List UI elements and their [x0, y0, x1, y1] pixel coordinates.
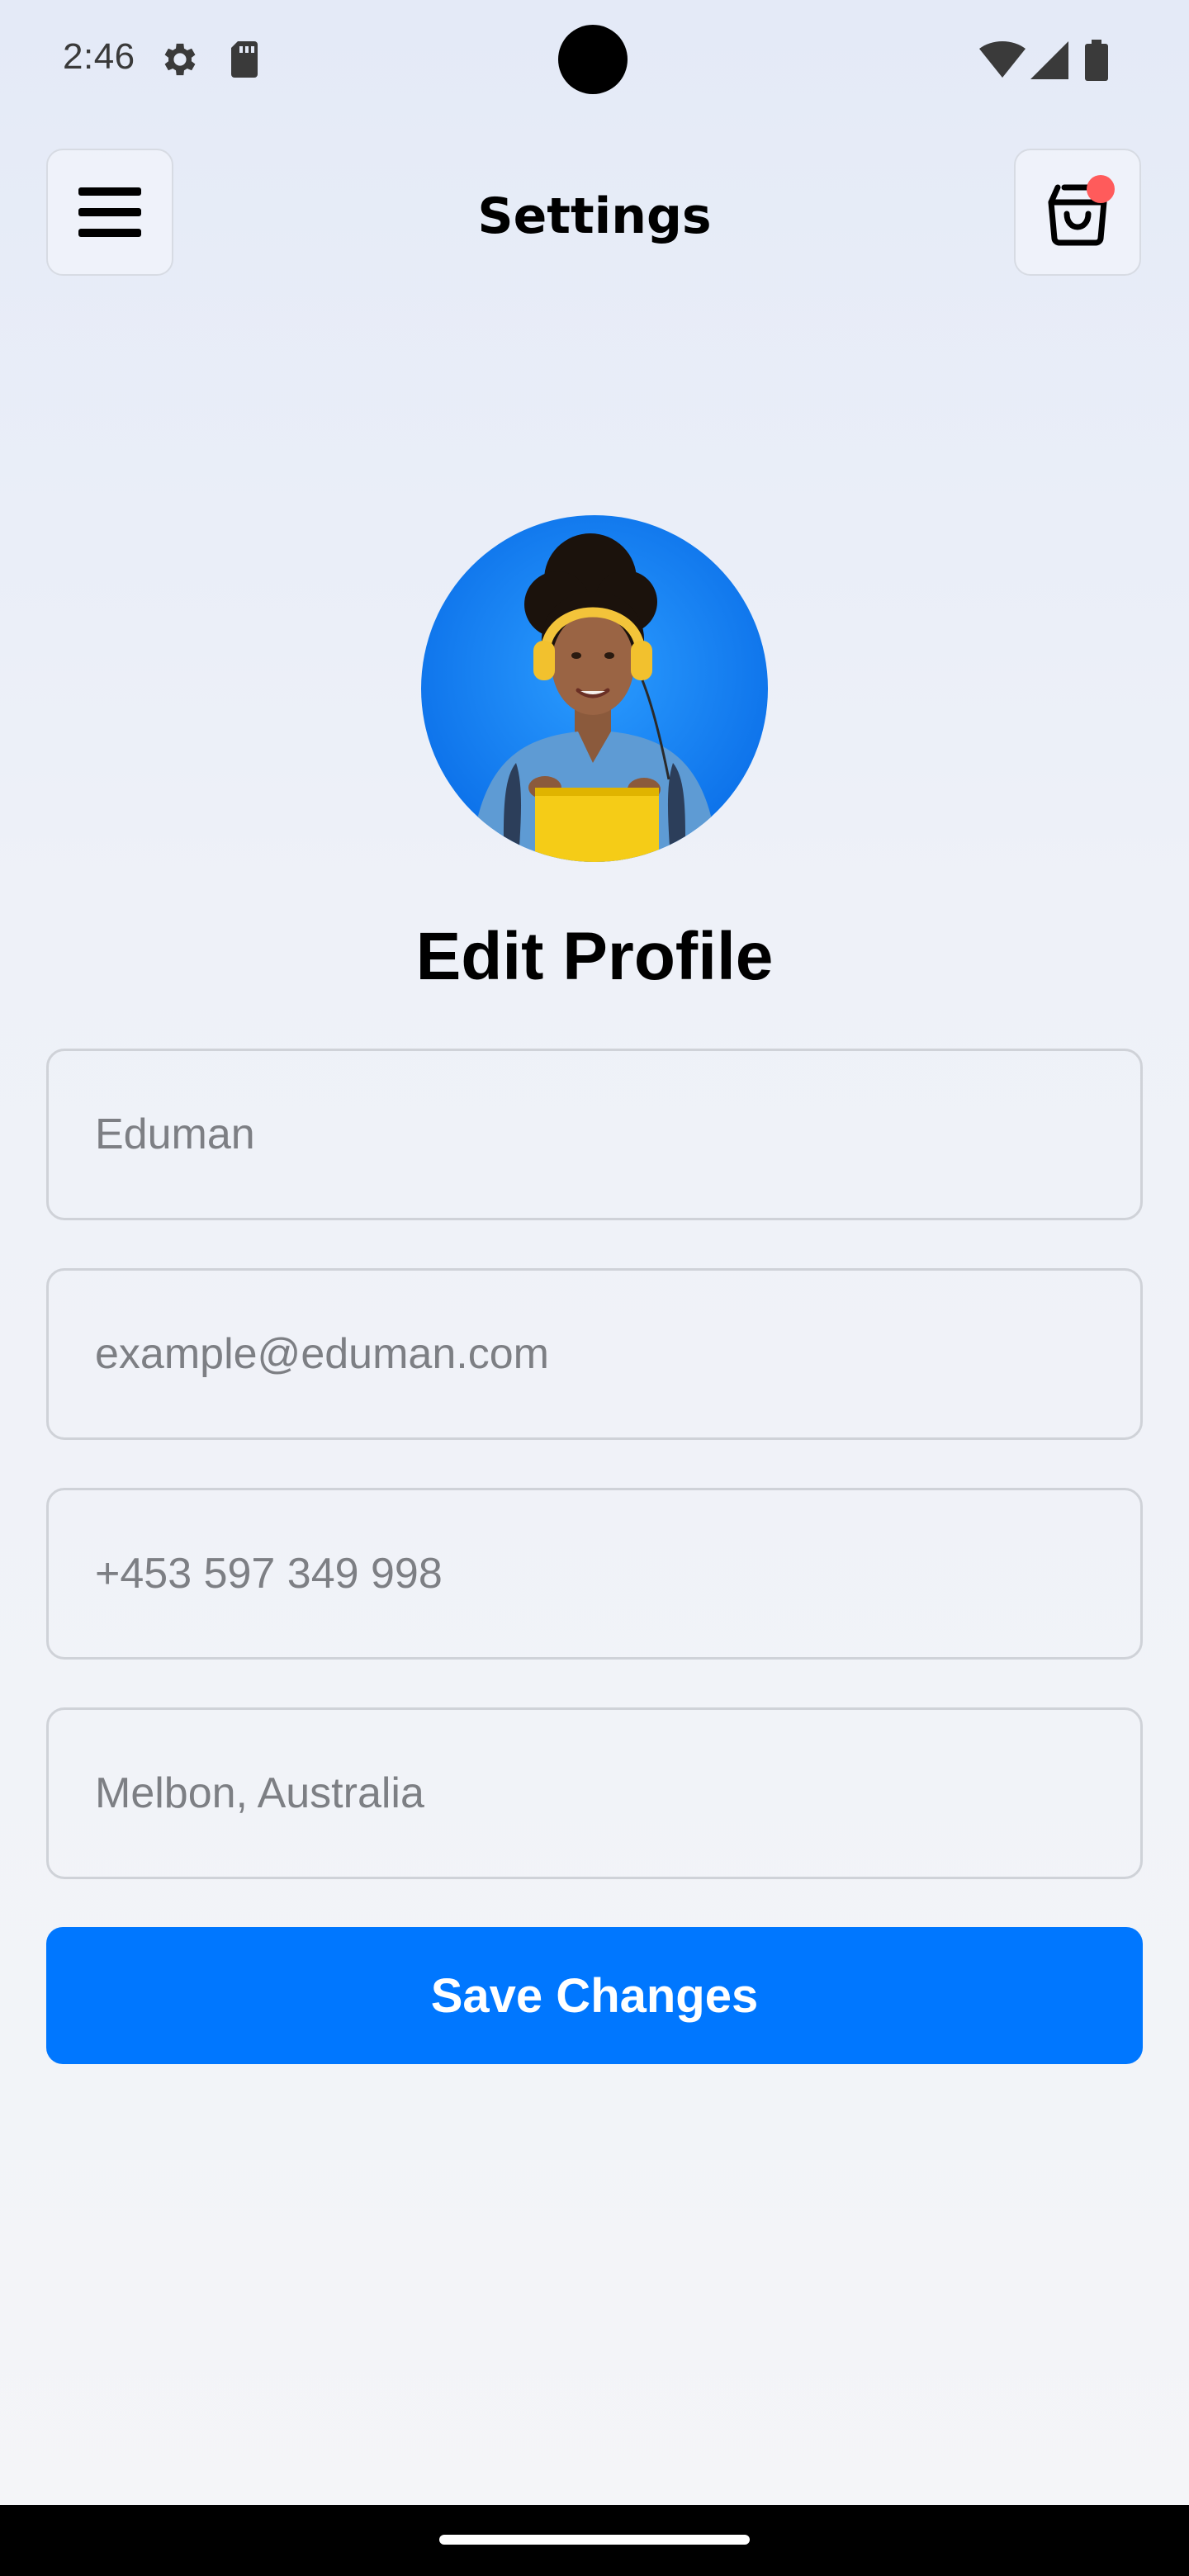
cart-button[interactable]	[1014, 149, 1141, 276]
name-input[interactable]	[46, 1049, 1143, 1220]
email-input[interactable]	[46, 1268, 1143, 1440]
profile-avatar[interactable]	[421, 515, 768, 862]
phone-input[interactable]	[46, 1488, 1143, 1660]
sd-card-icon	[231, 41, 258, 78]
battery-icon	[1085, 40, 1108, 81]
status-time: 2:46	[63, 36, 135, 77]
status-bar: 2:46	[0, 0, 1189, 116]
page-title: Settings	[477, 187, 712, 245]
save-changes-button[interactable]: Save Changes	[46, 1927, 1143, 2064]
system-navigation-bar	[0, 2505, 1189, 2576]
location-input[interactable]	[46, 1707, 1143, 1879]
home-indicator[interactable]	[439, 2535, 750, 2545]
wifi-icon	[979, 41, 1026, 78]
profile-photo	[421, 515, 768, 862]
settings-gear-icon	[164, 43, 196, 76]
cell-signal-icon	[1030, 41, 1068, 79]
edit-profile-heading: Edit Profile	[415, 919, 774, 994]
cart-notification-badge	[1087, 175, 1115, 203]
camera-cutout	[558, 25, 628, 94]
